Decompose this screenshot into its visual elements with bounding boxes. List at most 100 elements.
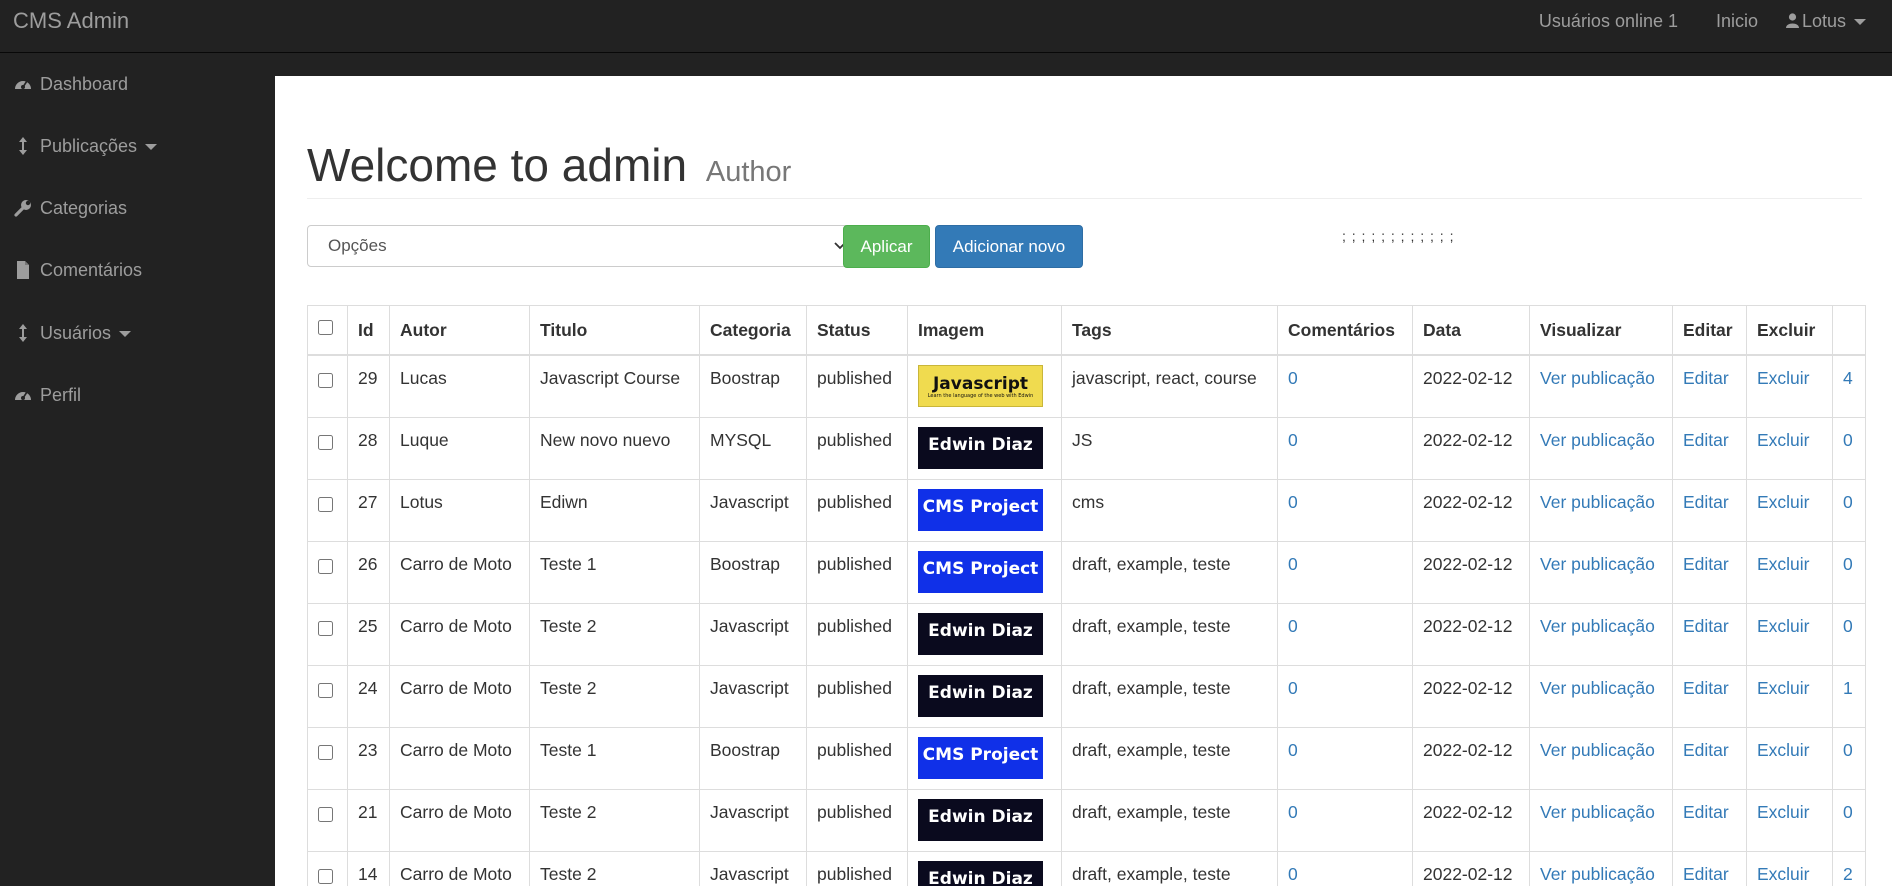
post-extra-cell: 0 [1832,416,1866,480]
post-id: 14 [347,850,390,886]
row-checkbox[interactable] [318,868,333,884]
users-online-link[interactable]: Usuários online 1 [1539,11,1678,32]
comments-count-link[interactable]: 0 [1288,368,1298,388]
column-header-extra [1832,305,1866,356]
delete-post-link[interactable]: Excluir [1757,430,1810,450]
edit-post-link[interactable]: Editar [1683,864,1729,884]
select-all-checkbox[interactable] [318,319,333,335]
post-title: Teste 1 [529,540,700,604]
edit-post-link[interactable]: Editar [1683,492,1729,512]
page-title: Welcome to admin Author [307,138,791,192]
apply-button[interactable]: Aplicar [843,225,930,268]
add-new-button[interactable]: Adicionar novo [935,225,1083,268]
delete-post-link[interactable]: Excluir [1757,864,1810,884]
home-link[interactable]: Inicio [1716,11,1758,32]
post-views-count-link[interactable]: 4 [1843,368,1853,388]
row-checkbox[interactable] [318,434,333,450]
page-title-text: Welcome to admin [307,139,688,191]
edit-post-link[interactable]: Editar [1683,430,1729,450]
post-view-cell: Ver publicação [1529,788,1673,852]
row-checkbox[interactable] [318,496,333,512]
user-menu[interactable]: Lotus [1785,11,1866,32]
row-checkbox[interactable] [318,373,333,388]
view-post-link[interactable]: Ver publicação [1540,802,1655,822]
row-checkbox[interactable] [318,558,333,574]
view-post-link[interactable]: Ver publicação [1540,492,1655,512]
row-checkbox[interactable] [318,682,333,698]
edit-post-link[interactable]: Editar [1683,802,1729,822]
view-post-link[interactable]: Ver publicação [1540,616,1655,636]
post-image-cell: Edwin Diaz [907,416,1062,480]
post-date: 2022-02-12 [1412,788,1530,852]
edit-post-link[interactable]: Editar [1683,554,1729,574]
file-icon [17,261,29,279]
post-category: Javascript [699,788,807,852]
post-date: 2022-02-12 [1412,602,1530,666]
view-post-link[interactable]: Ver publicação [1540,864,1655,884]
post-views-count-link[interactable]: 0 [1843,616,1853,636]
post-view-cell: Ver publicação [1529,416,1673,480]
row-checkbox[interactable] [318,744,333,760]
post-author: Carro de Moto [389,788,530,852]
comments-count-link[interactable]: 0 [1288,492,1298,512]
edit-post-link[interactable]: Editar [1683,678,1729,698]
post-comments-cell: 0 [1277,850,1413,886]
post-image-thumbnail: Edwin Diaz [918,798,1043,841]
edit-post-link[interactable]: Editar [1683,740,1729,760]
post-edit-cell: Editar [1672,540,1747,604]
comments-count-link[interactable]: 0 [1288,678,1298,698]
comments-count-link[interactable]: 0 [1288,802,1298,822]
edit-post-link[interactable]: Editar [1683,616,1729,636]
sidebar-item-comentarios[interactable]: Comentários [0,251,275,291]
sidebar-item-publicacoes[interactable]: Publicações [0,127,275,167]
delete-post-link[interactable]: Excluir [1757,368,1810,388]
view-post-link[interactable]: Ver publicação [1540,368,1655,388]
delete-post-link[interactable]: Excluir [1757,678,1810,698]
view-post-link[interactable]: Ver publicação [1540,554,1655,574]
post-views-count-link[interactable]: 0 [1843,802,1853,822]
delete-post-link[interactable]: Excluir [1757,554,1810,574]
bulk-options-select[interactable]: Opções [307,225,856,267]
post-views-count-link[interactable]: 0 [1843,430,1853,450]
post-view-cell: Ver publicação [1529,664,1673,728]
sidebar-item-dashboard[interactable]: Dashboard [0,65,275,105]
comments-count-link[interactable]: 0 [1288,430,1298,450]
post-author: Luque [389,416,530,480]
view-post-link[interactable]: Ver publicação [1540,740,1655,760]
table-row: 28 Luque New novo nuevo MYSQL published Edwin… [307,416,1866,480]
post-views-count-link[interactable]: 2 [1843,864,1853,884]
column-header: Editar [1672,305,1747,356]
post-views-count-link[interactable]: 0 [1843,554,1853,574]
post-views-count-link[interactable]: 1 [1843,678,1853,698]
edit-post-link[interactable]: Editar [1683,368,1729,388]
post-comments-cell: 0 [1277,788,1413,852]
delete-post-link[interactable]: Excluir [1757,740,1810,760]
sidebar-item-usuarios[interactable]: Usuários [0,314,275,354]
row-select-cell [307,478,348,542]
post-title: Ediwn [529,478,700,542]
sidebar-item-categorias[interactable]: Categorias [0,189,275,229]
delete-post-link[interactable]: Excluir [1757,802,1810,822]
view-post-link[interactable]: Ver publicação [1540,678,1655,698]
row-checkbox[interactable] [318,806,333,822]
post-extra-cell: 0 [1832,540,1866,604]
post-title: Javascript Course [529,354,700,418]
delete-post-link[interactable]: Excluir [1757,616,1810,636]
delete-post-link[interactable]: Excluir [1757,492,1810,512]
sidebar-item-perfil[interactable]: Perfil [0,376,275,416]
stray-text: ; ; ; ; ; ; ; ; ; ; ; ; [1342,228,1455,244]
row-select-cell [307,664,348,728]
row-checkbox[interactable] [318,620,333,636]
comments-count-link[interactable]: 0 [1288,864,1298,884]
comments-count-link[interactable]: 0 [1288,616,1298,636]
post-views-count-link[interactable]: 0 [1843,740,1853,760]
post-author: Carro de Moto [389,664,530,728]
comments-count-link[interactable]: 0 [1288,554,1298,574]
comments-count-link[interactable]: 0 [1288,740,1298,760]
view-post-link[interactable]: Ver publicação [1540,430,1655,450]
post-views-count-link[interactable]: 0 [1843,492,1853,512]
top-navbar: CMS Admin Usuários online 1 Inicio Lotus [0,0,1892,53]
post-delete-cell: Excluir [1746,850,1833,886]
post-title: Teste 2 [529,788,700,852]
brand-logo[interactable]: CMS Admin [13,8,129,34]
